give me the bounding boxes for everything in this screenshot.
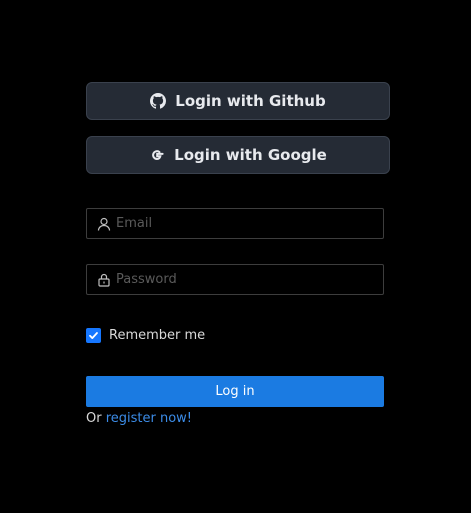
password-field — [86, 264, 384, 295]
login-button[interactable]: Log in — [86, 376, 384, 407]
google-button-label: Login with Google — [174, 146, 327, 164]
user-icon — [97, 217, 111, 231]
remember-me[interactable]: Remember me — [86, 328, 205, 343]
lock-icon — [97, 273, 111, 287]
google-icon — [149, 147, 165, 163]
github-button-label: Login with Github — [175, 92, 326, 110]
remember-me-label: Remember me — [109, 328, 206, 343]
register-now-link[interactable]: register now! — [106, 411, 192, 426]
register-line: Or register now! — [86, 411, 192, 426]
remember-me-checkbox[interactable] — [86, 328, 101, 343]
github-icon — [150, 93, 167, 109]
login-page: Login with Github Login with Google Reme… — [0, 0, 471, 513]
email-input[interactable] — [116, 209, 383, 238]
email-field — [86, 208, 384, 239]
login-with-google-button[interactable]: Login with Google — [86, 136, 390, 174]
register-prefix: Or — [86, 411, 102, 426]
password-input[interactable] — [116, 265, 383, 294]
login-with-github-button[interactable]: Login with Github — [86, 82, 390, 120]
